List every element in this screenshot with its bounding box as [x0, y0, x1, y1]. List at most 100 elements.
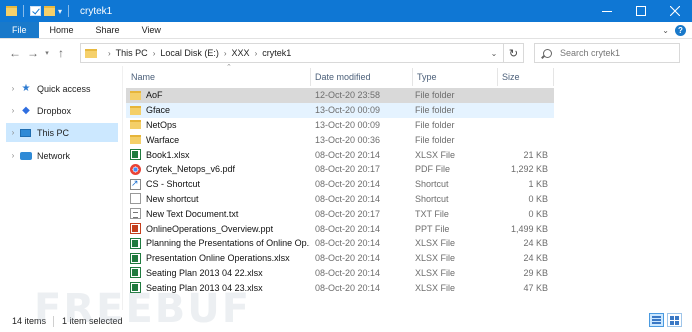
status-divider [53, 316, 54, 327]
file-row[interactable]: CS - Shortcut 08-Oct-20 20:14 Shortcut 1 KB [126, 177, 554, 192]
file-name-cell: CS - Shortcut [130, 178, 310, 190]
chevron-right-icon[interactable]: › [6, 106, 20, 115]
file-date: 12-Oct-20 23:58 [315, 90, 381, 101]
file-list: AoF 12-Oct-20 23:58 File folder Gface 13-Oct… [126, 88, 554, 295]
close-button[interactable] [658, 0, 692, 22]
tab-home[interactable]: Home [39, 22, 85, 38]
file-row[interactable]: NetOps 13-Oct-20 00:09 File folder [126, 118, 554, 133]
file-name-cell: Gface [130, 105, 310, 115]
nav-item-label: Dropbox [37, 105, 72, 116]
column-header-date[interactable]: Date modified [312, 68, 412, 86]
blank-file-icon [130, 193, 141, 205]
nav-item-dropbox[interactable]: › ◆ Dropbox [6, 101, 118, 120]
chevron-right-icon[interactable]: › [6, 84, 20, 93]
up-arrow-icon[interactable]: ↑ [52, 46, 70, 60]
maximize-button[interactable] [624, 0, 658, 22]
breadcrumb-crytek1[interactable]: crytek1 [262, 48, 291, 58]
column-header-name[interactable]: Name [128, 68, 308, 86]
column-divider[interactable] [497, 68, 498, 86]
minimize-button[interactable] [590, 0, 624, 22]
file-type: XLSX File [415, 238, 456, 249]
pdf-icon [130, 163, 141, 175]
file-row[interactable]: Seating Plan 2013 04 23.xlsx 08-Oct-20 20… [126, 280, 554, 295]
breadcrumb-xxx[interactable]: XXX [232, 48, 250, 58]
column-header-type[interactable]: Type [414, 68, 498, 86]
file-row[interactable]: Crytek_Netops_v6.pdf 08-Oct-20 20:17 PDF F… [126, 162, 554, 177]
file-name: Seating Plan 2013 04 23.xlsx [146, 282, 263, 293]
chevron-right-icon[interactable]: › [6, 151, 20, 160]
file-name-cell: Planning the Presentations of Online Op.… [130, 237, 310, 249]
file-name: Seating Plan 2013 04 22.xlsx [146, 267, 263, 278]
back-arrow-icon[interactable]: ← [6, 46, 24, 60]
file-row[interactable]: New Text Document.txt 08-Oct-20 20:17 TXT … [126, 206, 554, 221]
file-name-cell: Warface [130, 135, 310, 145]
chevron-right-icon[interactable]: › [224, 49, 227, 58]
status-bar: 14 items 1 item selected [0, 310, 692, 332]
file-date: 08-Oct-20 20:14 [315, 282, 381, 293]
column-divider[interactable] [310, 68, 311, 86]
breadcrumb-this-pc[interactable]: This PC [116, 48, 148, 58]
file-type: TXT File [415, 208, 449, 219]
nav-item-quick-access[interactable]: › ★ Quick access [6, 79, 118, 98]
customize-toolbar-icon[interactable]: ▾ [58, 7, 62, 16]
column-header-size[interactable]: Size [499, 68, 553, 86]
chevron-right-icon[interactable]: › [6, 128, 20, 137]
folder-icon [85, 48, 97, 58]
nav-item-this-pc[interactable]: › This PC [6, 123, 118, 142]
expand-ribbon-icon[interactable]: ⌄ [662, 26, 669, 35]
large-icons-view-button[interactable] [667, 313, 682, 327]
file-size: 1,292 KB [510, 164, 548, 175]
file-row[interactable]: New shortcut 08-Oct-20 20:14 Shortcut 0 KB [126, 192, 554, 207]
navigation-pane: › ★ Quick access › ◆ Dropbox › This PC ›… [0, 66, 122, 310]
file-date: 08-Oct-20 20:14 [315, 223, 381, 234]
file-row[interactable]: Book1.xlsx 08-Oct-20 20:14 XLSX File 21 KB [126, 147, 554, 162]
details-view-icon [652, 316, 661, 324]
file-type: XLSX File [415, 149, 456, 160]
recent-locations-icon[interactable]: ▾ [42, 49, 52, 57]
address-bar[interactable]: › This PC › Local Disk (E:) › XXX › cryt… [80, 43, 524, 63]
column-divider[interactable] [412, 68, 413, 86]
search-placeholder: Search crytek1 [560, 48, 621, 58]
file-row[interactable]: Presentation Online Operations.xlsx 08-Oc… [126, 251, 554, 266]
pane-divider[interactable] [122, 66, 123, 310]
chevron-right-icon[interactable]: › [153, 49, 156, 58]
chevron-right-icon[interactable]: › [255, 49, 258, 58]
folder-icon [130, 120, 141, 130]
tab-view[interactable]: View [131, 22, 172, 38]
refresh-icon[interactable]: ↻ [503, 44, 523, 62]
file-row[interactable]: OnlineOperations_Overview.ppt 08-Oct-20 2… [126, 221, 554, 236]
file-date: 08-Oct-20 20:14 [315, 238, 381, 249]
file-date: 08-Oct-20 20:17 [315, 164, 381, 175]
tab-file[interactable]: File [0, 22, 39, 38]
file-name: AoF [146, 90, 163, 101]
file-type: XLSX File [415, 253, 456, 264]
nav-item-network[interactable]: › Network [6, 146, 118, 165]
search-input[interactable]: Search crytek1 [534, 43, 680, 63]
ribbon-tabs: File Home Share View ⌄ ? [0, 22, 692, 39]
forward-arrow-icon[interactable]: → [24, 46, 42, 60]
powerpoint-icon [130, 223, 141, 235]
address-dropdown-icon[interactable]: ⌄ [485, 44, 503, 62]
column-divider[interactable] [553, 68, 554, 86]
file-date: 08-Oct-20 20:14 [315, 179, 381, 190]
file-row[interactable]: Warface 13-Oct-20 00:36 File folder [126, 132, 554, 147]
details-view-button[interactable] [649, 313, 664, 327]
breadcrumb-local-disk[interactable]: Local Disk (E:) [160, 48, 219, 58]
file-name-cell: New Text Document.txt [130, 208, 310, 220]
chevron-right-icon[interactable]: › [108, 49, 111, 58]
window-title: crytek1 [80, 5, 113, 17]
file-row[interactable]: Gface 13-Oct-20 00:09 File folder [126, 102, 554, 118]
file-row[interactable]: Planning the Presentations of Online Op.… [126, 236, 554, 251]
network-icon [20, 151, 32, 160]
address-row: ← → ▾ ↑ › This PC › Local Disk (E:) › XX… [0, 40, 692, 66]
file-name: OnlineOperations_Overview.ppt [146, 223, 274, 234]
file-name: Book1.xlsx [146, 149, 190, 160]
file-row[interactable]: AoF 12-Oct-20 23:58 File folder [126, 88, 554, 103]
help-icon[interactable]: ? [675, 25, 686, 36]
tab-share[interactable]: Share [85, 22, 131, 38]
properties-icon[interactable] [30, 6, 41, 16]
text-file-icon [130, 208, 141, 220]
file-row[interactable]: Seating Plan 2013 04 22.xlsx 08-Oct-20 20… [126, 266, 554, 281]
toolbar-divider [68, 5, 70, 17]
new-folder-icon[interactable] [44, 6, 55, 16]
